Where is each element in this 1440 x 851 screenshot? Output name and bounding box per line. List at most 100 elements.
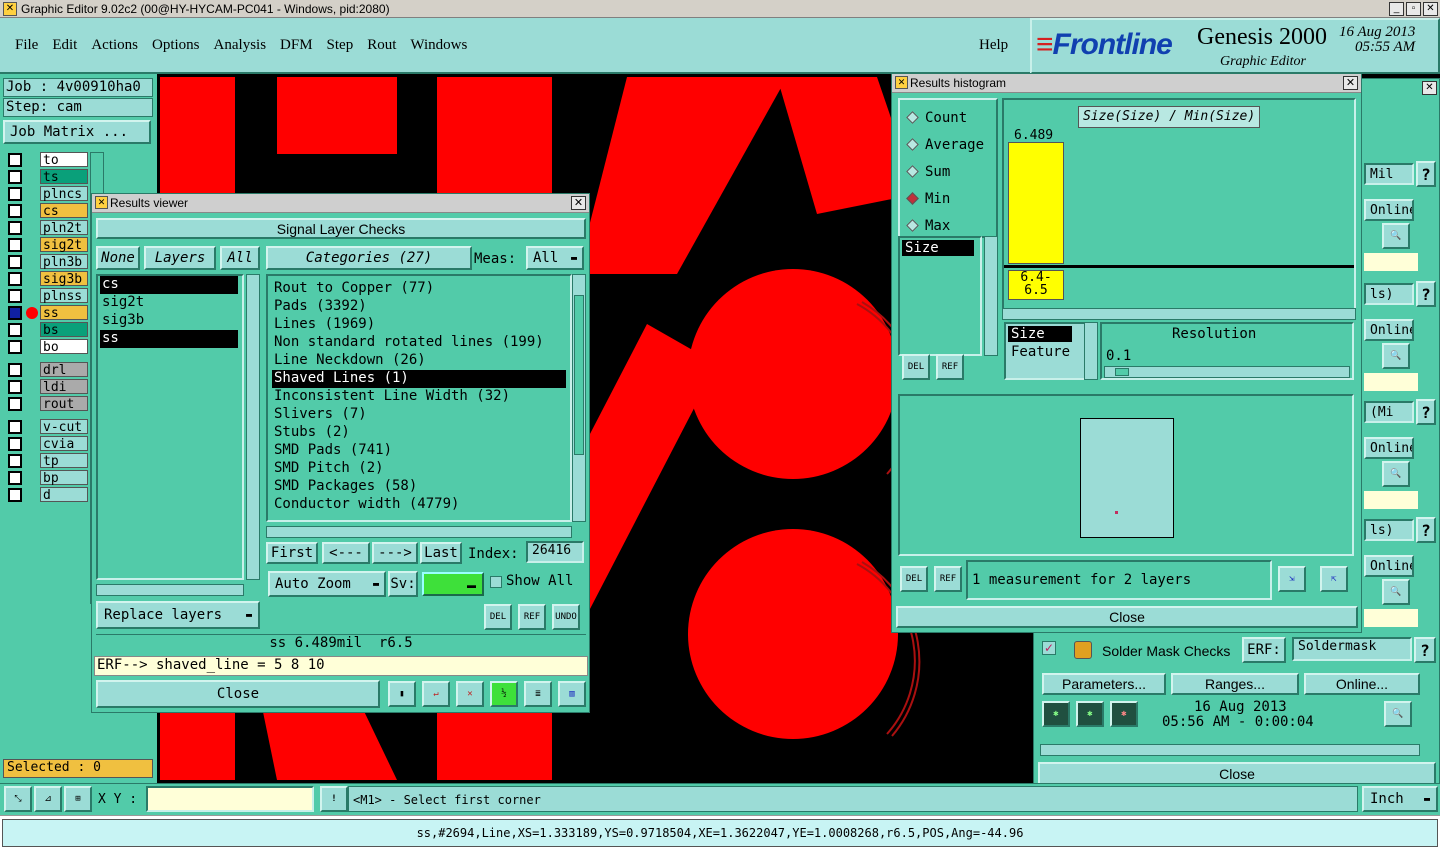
bin-label[interactable]: 6.4- 6.5 xyxy=(1008,270,1064,300)
layer-name[interactable]: bp xyxy=(40,470,88,486)
layer-row-bo[interactable]: bo xyxy=(4,339,90,355)
sv-color-select[interactable]: ▬ xyxy=(422,572,484,596)
prev-button[interactable]: <--- xyxy=(322,542,370,564)
layer-row-ldi[interactable]: ldi xyxy=(4,379,90,395)
menu-help[interactable]: Help xyxy=(979,37,1008,54)
resolution-slider[interactable] xyxy=(1104,366,1350,378)
layer-row-d[interactable]: d xyxy=(4,487,90,503)
checks-hscrollbar[interactable] xyxy=(1040,744,1420,756)
online-button[interactable]: Online... xyxy=(1304,673,1420,695)
param-field-partial[interactable]: (Mi xyxy=(1364,401,1414,423)
menu-analysis[interactable]: Analysis xyxy=(214,37,267,54)
menu-options[interactable]: Options xyxy=(152,37,200,54)
layer-checkbox[interactable] xyxy=(8,255,22,269)
layer-checkbox[interactable] xyxy=(8,170,22,184)
online-button-partial[interactable]: Online... xyxy=(1364,319,1414,341)
category-item[interactable]: Rout to Copper (77) xyxy=(272,280,566,298)
menu-file[interactable]: File xyxy=(15,37,38,54)
category-item[interactable]: Shaved Lines (1) xyxy=(272,370,566,388)
layer-name[interactable]: pln3b xyxy=(40,254,88,270)
layer-checkbox[interactable] xyxy=(8,380,22,394)
category-item[interactable]: Slivers (7) xyxy=(272,406,566,424)
last-button[interactable]: Last xyxy=(420,542,462,564)
zoom-icon[interactable]: 🔍 xyxy=(1382,343,1410,369)
mode-average-radio[interactable]: Average xyxy=(900,131,996,158)
layer-row-pln2t[interactable]: pln2t xyxy=(4,220,90,236)
maximize-button[interactable]: ▫ xyxy=(1406,2,1421,16)
layer-name[interactable]: cs xyxy=(40,203,88,219)
grid-tool-icon[interactable]: ⊞ xyxy=(64,786,92,812)
layer-row-ts[interactable]: ts xyxy=(4,169,90,185)
layer-checkbox[interactable] xyxy=(8,397,22,411)
layer-row-pln3b[interactable]: pln3b xyxy=(4,254,90,270)
checks-panel-close-icon[interactable]: ✕ xyxy=(1422,81,1437,95)
layer-checkbox[interactable] xyxy=(8,363,22,377)
help-icon[interactable]: ? xyxy=(1416,281,1436,307)
layer-name[interactable]: plnss xyxy=(40,288,88,304)
auto-zoom-select[interactable]: Auto Zoom ▬ xyxy=(268,571,386,597)
layer-name[interactable]: ts xyxy=(40,169,88,185)
close-window-button[interactable]: ✕ xyxy=(1423,2,1438,16)
export-icon[interactable]: ⇲ xyxy=(1278,566,1306,592)
layer-name[interactable]: sig3b xyxy=(40,271,88,287)
layer-name[interactable]: plncs xyxy=(40,186,88,202)
category-item[interactable]: Line Neckdown (26) xyxy=(272,352,566,370)
res-item-feature[interactable]: Feature xyxy=(1008,344,1082,360)
help-icon[interactable]: ? xyxy=(1416,517,1436,543)
index-input[interactable]: 26416 xyxy=(526,541,584,563)
result-layer-item[interactable]: sig2t xyxy=(100,294,238,312)
resolution-scrollbar[interactable] xyxy=(1084,322,1098,380)
layer-checkbox[interactable] xyxy=(8,238,22,252)
category-item[interactable]: Inconsistent Line Width (32) xyxy=(272,388,566,406)
menu-rout[interactable]: Rout xyxy=(367,37,396,54)
layer-checkbox[interactable] xyxy=(8,420,22,434)
layer-row-bs[interactable]: bs xyxy=(4,322,90,338)
layer-row-v-cut[interactable]: v-cut xyxy=(4,419,90,435)
category-item[interactable]: SMD Pads (741) xyxy=(272,442,566,460)
layer-name[interactable]: bs xyxy=(40,322,88,338)
layer-row-sig3b[interactable]: sig3b xyxy=(4,271,90,287)
layer-name[interactable]: drl xyxy=(40,362,88,378)
histogram-close-button[interactable]: Close xyxy=(896,606,1358,628)
mode-min-radio[interactable]: Min xyxy=(900,185,996,212)
resolution-list[interactable]: Size Feature xyxy=(1004,322,1086,380)
layer-checkbox[interactable] xyxy=(8,272,22,286)
layers-button[interactable]: Layers xyxy=(144,246,216,270)
layer-name[interactable]: ss xyxy=(40,305,88,321)
run-icon-3[interactable]: ✱ xyxy=(1110,701,1138,727)
menu-edit[interactable]: Edit xyxy=(52,37,77,54)
category-item[interactable]: SMD Packages (58) xyxy=(272,478,566,496)
ref-button[interactable]: REF xyxy=(518,604,546,630)
layer-checkbox[interactable] xyxy=(8,471,22,485)
number-icon[interactable]: ½ xyxy=(490,681,518,707)
layer-row-plncs[interactable]: plncs xyxy=(4,186,90,202)
none-button[interactable]: None xyxy=(96,246,140,270)
layer-checkbox[interactable] xyxy=(8,488,22,502)
next-button[interactable]: ---> xyxy=(372,542,418,564)
param-field-partial[interactable]: ls) xyxy=(1364,283,1414,305)
chart-hscrollbar[interactable] xyxy=(1002,308,1356,320)
checkmark-icon[interactable]: ✓ xyxy=(1042,641,1056,655)
layer-checkbox[interactable] xyxy=(8,153,22,167)
help-icon[interactable]: ? xyxy=(1416,399,1436,425)
category-hscrollbar[interactable] xyxy=(266,526,572,538)
result-layer-item[interactable]: ss xyxy=(100,330,238,348)
layer-row-plnss[interactable]: plnss xyxy=(4,288,90,304)
replace-layers-select[interactable]: Replace layers ▬ xyxy=(96,601,260,629)
job-matrix-button[interactable]: Job Matrix ... xyxy=(3,120,151,144)
help-icon[interactable]: ? xyxy=(1416,161,1436,187)
histogram-close-icon[interactable]: ✕ xyxy=(1343,76,1358,90)
result-layer-item[interactable]: sig3b xyxy=(100,312,238,330)
layer-name[interactable]: v-cut xyxy=(40,419,88,435)
layer-row-tp[interactable]: tp xyxy=(4,453,90,469)
select-tool-icon[interactable]: ⤡ xyxy=(4,786,32,812)
report-icon[interactable]: ≣ xyxy=(524,681,552,707)
run-icon-1[interactable]: ✱ xyxy=(1042,701,1070,727)
preview-del-button[interactable]: DEL xyxy=(900,566,928,592)
menu-dfm[interactable]: DFM xyxy=(280,37,313,54)
size-list-item[interactable]: Size xyxy=(902,240,974,256)
menu-step[interactable]: Step xyxy=(327,37,354,54)
layer-name[interactable]: bo xyxy=(40,339,88,355)
parameters-button[interactable]: Parameters... xyxy=(1042,673,1166,695)
zoom-icon[interactable]: 🔍 xyxy=(1384,701,1412,727)
